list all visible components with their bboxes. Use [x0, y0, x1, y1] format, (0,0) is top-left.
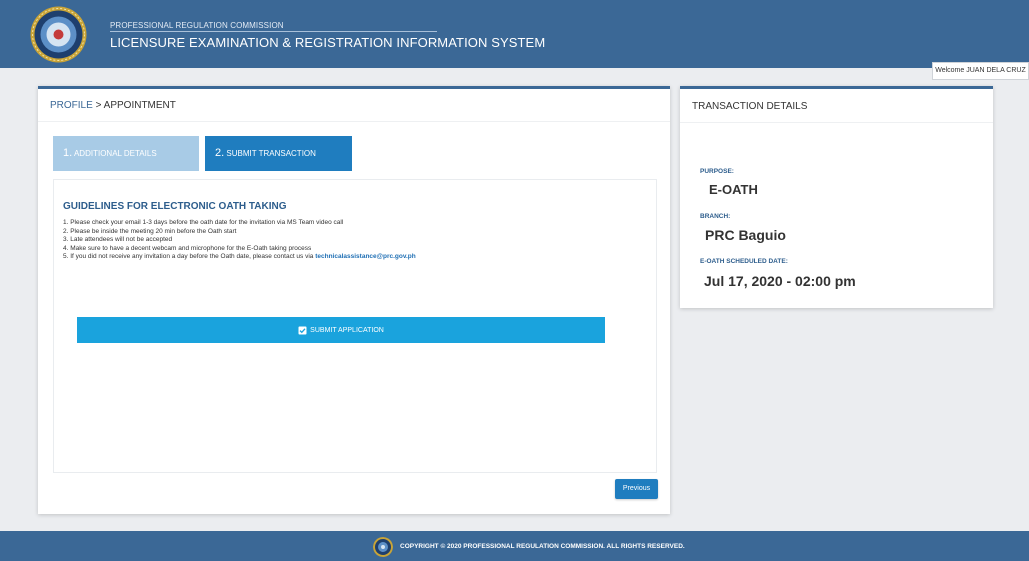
previous-button[interactable]: Previous — [615, 479, 658, 499]
step-label: ADDITIONAL DETAILS — [73, 149, 157, 158]
guidelines-list: 1. Please check your email 1-3 days befo… — [63, 219, 416, 262]
support-email-link[interactable]: technicalassistance@prc.gov.ph — [315, 253, 416, 260]
branch-value: PRC Baguio — [705, 227, 786, 243]
submit-application-button[interactable]: SUBMIT APPLICATION — [77, 317, 605, 343]
guidelines-title: GUIDELINES FOR ELECTRONIC OATH TAKING — [63, 201, 287, 212]
guideline-item: 3. Late attendees will not be accepted — [63, 236, 173, 244]
guidelines-panel: GUIDELINES FOR ELECTRONIC OATH TAKING 1.… — [53, 179, 657, 473]
top-header: PROFESSIONAL REGULATION COMMISSION LICEN… — [0, 0, 1029, 68]
transaction-details-card: TRANSACTION DETAILS PURPOSE: E-OATH BRAN… — [680, 86, 993, 308]
prc-seal-icon — [30, 6, 87, 63]
breadcrumb-profile-link[interactable]: PROFILE — [50, 100, 93, 111]
scheduled-date-label: E-OATH SCHEDULED DATE: — [700, 258, 788, 265]
guideline-item: 2. Please be inside the meeting 20 min b… — [63, 227, 237, 235]
step-submit-transaction[interactable]: 2. SUBMIT TRANSACTION — [205, 136, 352, 171]
card-divider — [38, 121, 670, 122]
step-additional-details[interactable]: 1. ADDITIONAL DETAILS — [53, 136, 199, 171]
branch-label: BRANCH: — [700, 213, 731, 220]
guideline-item: 1. Please check your email 1-3 days befo… — [63, 219, 344, 226]
header-system-name: LICENSURE EXAMINATION & REGISTRATION INF… — [110, 35, 546, 50]
step-number: 2. — [215, 147, 225, 159]
header-org-name: PROFESSIONAL REGULATION COMMISSION — [110, 21, 284, 30]
transaction-details-title: TRANSACTION DETAILS — [692, 101, 808, 112]
page-footer: COPYRIGHT © 2020 PROFESSIONAL REGULATION… — [0, 531, 1029, 561]
breadcrumb-current: APPOINTMENT — [103, 100, 176, 111]
step-label: SUBMIT TRANSACTION — [226, 149, 316, 158]
submit-application-label: SUBMIT APPLICATION — [310, 326, 384, 334]
breadcrumb-separator: > — [92, 100, 104, 111]
breadcrumb: PROFILE > APPOINTMENT — [50, 100, 176, 111]
guideline-item: 4. Make sure to have a decent webcam and… — [63, 244, 312, 252]
card-divider — [680, 122, 993, 123]
prc-seal-icon — [373, 537, 393, 557]
purpose-label: PURPOSE: — [700, 168, 734, 175]
step-number: 1. — [63, 147, 73, 159]
guideline-item: 5. If you did not receive any invitation… — [63, 253, 416, 262]
welcome-user-menu[interactable]: Welcome JUAN DELA CRUZ — [932, 62, 1029, 80]
checkbox-check-icon — [298, 326, 307, 335]
scheduled-date-value: Jul 17, 2020 - 02:00 pm — [704, 273, 856, 289]
copyright-text: COPYRIGHT © 2020 PROFESSIONAL REGULATION… — [400, 543, 685, 550]
appointment-card: PROFILE > APPOINTMENT 1. ADDITIONAL DETA… — [38, 86, 670, 514]
header-divider — [110, 31, 437, 32]
purpose-value: E-OATH — [709, 182, 758, 197]
guideline-text: 5. If you did not receive any invitation… — [63, 253, 316, 261]
